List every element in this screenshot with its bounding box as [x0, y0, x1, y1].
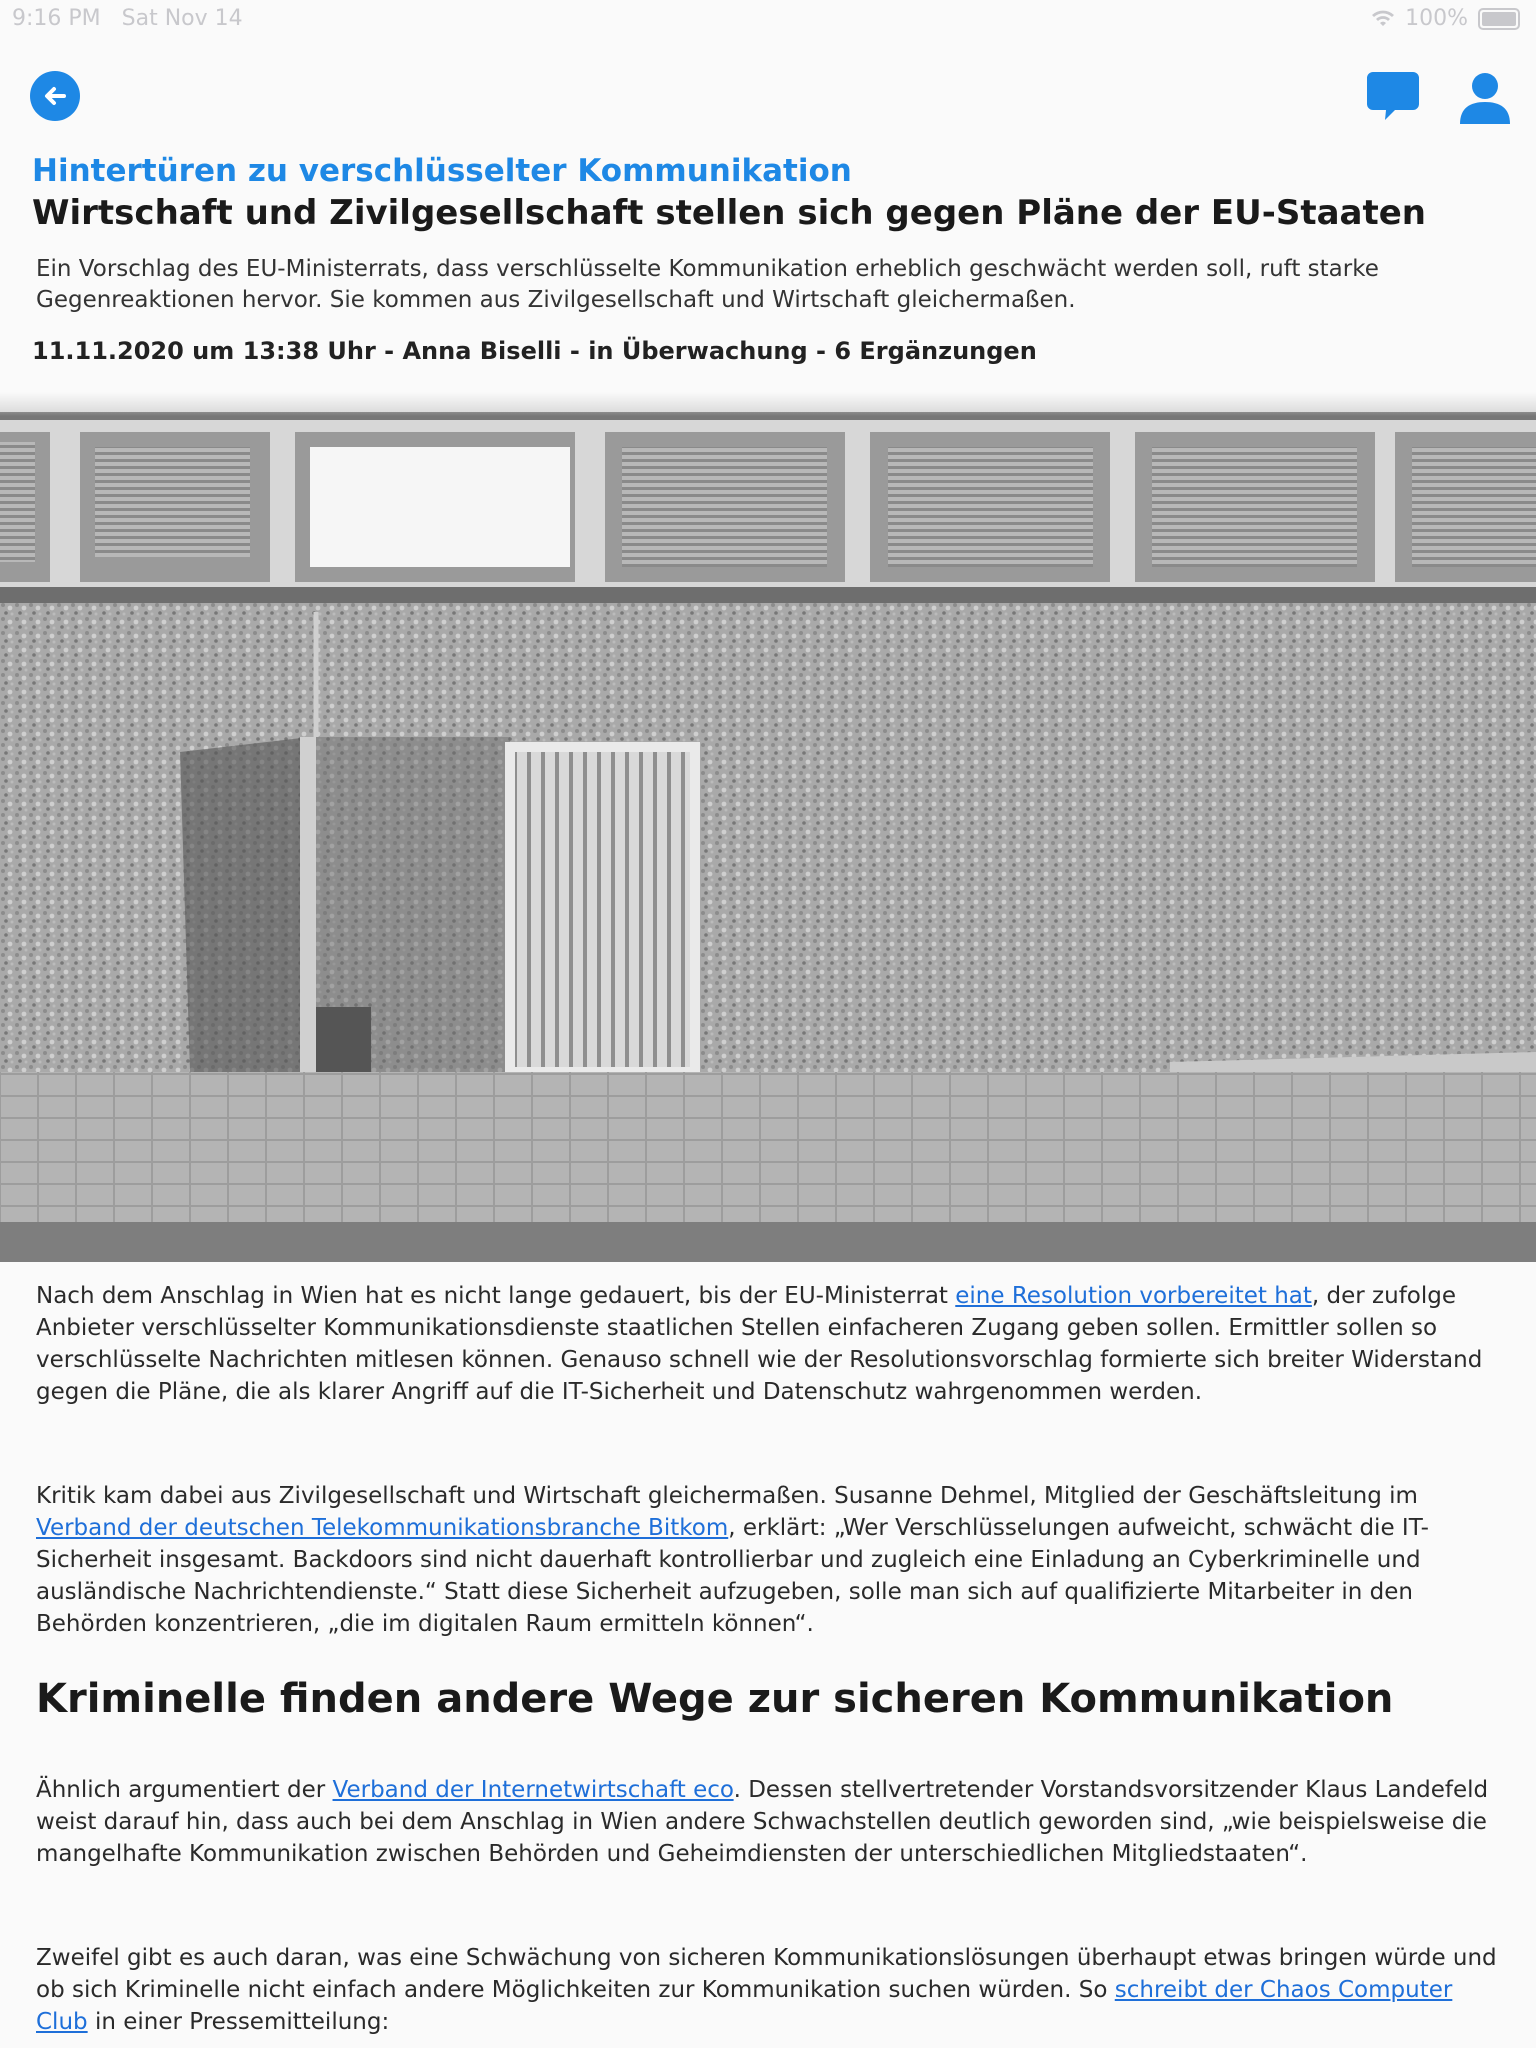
article-kicker: Hintertüren zu verschlüsselter Kommunika… [32, 153, 852, 189]
paragraph-text: Ähnlich argumentiert der [36, 1777, 333, 1803]
profile-button[interactable] [1458, 70, 1512, 126]
status-date: Sat Nov 14 [121, 6, 243, 31]
article-meta: 11.11.2020 um 13:38 Uhr - Anna Biselli -… [32, 337, 1037, 365]
status-time: 9:16 PM [12, 6, 101, 31]
speech-bubble-icon [1367, 72, 1419, 120]
link-resolution[interactable]: eine Resolution vorbereitet hat [955, 1283, 1312, 1309]
paragraph: Zweifel gibt es auch daran, was eine Sch… [36, 1942, 1506, 2038]
paragraph-text: in einer Pressemitteilung: [87, 2009, 390, 2035]
article-subheading: Kriminelle finden andere Wege zur sicher… [36, 1676, 1394, 1722]
paragraph: Nach dem Anschlag in Wien hat es nicht l… [36, 1280, 1506, 1408]
status-right: 100% [1371, 6, 1520, 31]
link-bitkom[interactable]: Verband der deutschen Telekommunikations… [36, 1515, 728, 1541]
paragraph-text: Kritik kam dabei aus Zivilgesellschaft u… [36, 1483, 1418, 1509]
arrow-left-circle-icon [45, 87, 66, 105]
comments-button[interactable] [1365, 70, 1421, 124]
wifi-icon [1371, 10, 1395, 28]
link-eco[interactable]: Verband der Internetwirtschaft eco [333, 1777, 734, 1803]
battery-icon [1478, 7, 1520, 30]
navigation-bar [0, 60, 1536, 130]
status-bar: 9:16 PM Sat Nov 14 100% [0, 0, 1536, 40]
paragraph-text: Nach dem Anschlag in Wien hat es nicht l… [36, 1283, 956, 1309]
back-button[interactable] [30, 71, 80, 121]
status-time-date: 9:16 PM Sat Nov 14 [12, 6, 243, 31]
paragraph: Kritik kam dabei aus Zivilgesellschaft u… [36, 1480, 1506, 1640]
article-headline: Wirtschaft und Zivilgesellschaft stellen… [32, 193, 1426, 233]
article-teaser: Ein Vorschlag des EU-Ministerrats, dass … [36, 256, 1379, 313]
paragraph: Ähnlich argumentiert der Verband der Int… [36, 1774, 1506, 1870]
hero-image [0, 392, 1536, 1262]
person-icon [1460, 73, 1510, 124]
battery-percent: 100% [1405, 6, 1468, 31]
